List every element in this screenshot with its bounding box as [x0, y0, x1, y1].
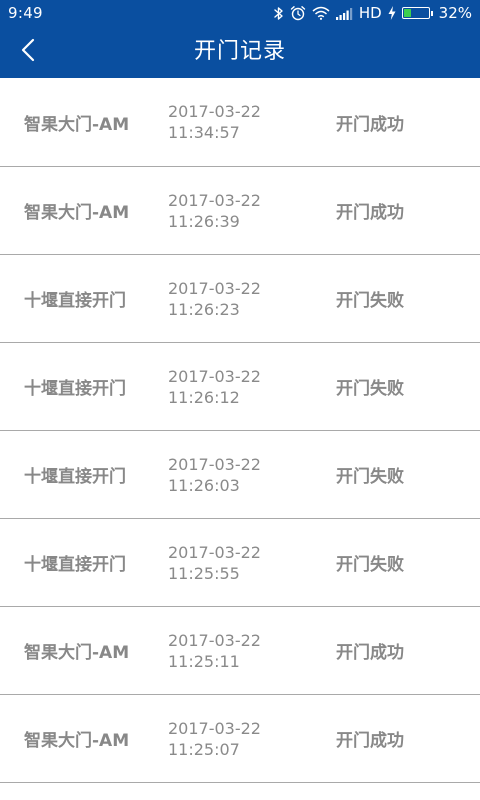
- alarm-icon: [290, 5, 306, 21]
- gate-name: 十堰直接开门: [24, 379, 126, 399]
- list-item[interactable]: 十堰直接开门 2017-03-22 11:26:12 开门失败: [0, 343, 480, 431]
- record-time: 11:25:11: [168, 651, 240, 671]
- record-result: 开门成功: [336, 203, 404, 223]
- record-datetime: 2017-03-22 11:26:12: [168, 343, 261, 430]
- record-date: 2017-03-22: [168, 454, 261, 474]
- record-result: 开门失败: [336, 379, 404, 399]
- record-time: 11:34:57: [168, 123, 240, 142]
- battery-level-fill: [403, 9, 412, 17]
- list-item[interactable]: 智果大门-AM 2017-03-22 11:25:07 开门成功: [0, 695, 480, 783]
- signal-icon: [335, 7, 353, 20]
- record-date: 2017-03-22: [168, 278, 261, 298]
- gate-name: 十堰直接开门: [24, 291, 126, 311]
- list-item[interactable]: 十堰直接开门 2017-03-22 11:26:23 开门失败: [0, 255, 480, 343]
- record-date: 2017-03-22: [168, 630, 261, 650]
- record-time: 11:26:39: [168, 211, 240, 231]
- app-bar: 开门记录: [0, 26, 480, 78]
- record-list[interactable]: 智果大门-AM 2017-03-22 11:34:57 开门成功 智果大门-AM 2017…: [0, 78, 480, 783]
- status-time: 9:49: [8, 4, 43, 22]
- gate-name: 智果大门-AM: [24, 203, 130, 223]
- record-datetime: 2017-03-22 11:25:55: [168, 519, 261, 606]
- list-item[interactable]: 智果大门-AM 2017-03-22 11:34:57 开门成功: [0, 78, 480, 167]
- bluetooth-icon: [274, 6, 284, 21]
- record-date: 2017-03-22: [168, 718, 261, 738]
- gate-name: 十堰直接开门: [24, 467, 126, 487]
- charging-icon: [388, 6, 396, 20]
- record-time: 11:26:12: [168, 387, 240, 407]
- list-item[interactable]: 智果大门-AM 2017-03-22 11:26:39 开门成功: [0, 167, 480, 255]
- record-datetime: 2017-03-22 11:34:57: [168, 78, 261, 166]
- record-datetime: 2017-03-22 11:26:23: [168, 255, 261, 342]
- record-date: 2017-03-22: [168, 102, 261, 121]
- record-datetime: 2017-03-22 11:26:03: [168, 431, 261, 518]
- gate-name: 十堰直接开门: [24, 555, 126, 575]
- record-time: 11:26:23: [168, 299, 240, 319]
- record-time: 11:25:55: [168, 563, 240, 583]
- wifi-icon: [312, 6, 330, 20]
- battery-icon: [401, 7, 433, 19]
- gate-name: 智果大门-AM: [24, 731, 130, 751]
- record-date: 2017-03-22: [168, 190, 261, 210]
- battery-percent: 32%: [438, 4, 472, 22]
- record-time: 11:25:07: [168, 739, 240, 759]
- record-result: 开门成功: [336, 114, 404, 135]
- list-item[interactable]: 十堰直接开门 2017-03-22 11:25:55 开门失败: [0, 519, 480, 607]
- record-datetime: 2017-03-22 11:26:39: [168, 167, 261, 254]
- gate-name: 智果大门-AM: [24, 114, 130, 135]
- record-time: 11:26:03: [168, 475, 240, 495]
- record-result: 开门成功: [336, 731, 404, 751]
- record-result: 开门失败: [336, 291, 404, 311]
- status-bar: 9:49 HD 32%: [0, 0, 480, 26]
- page-title: 开门记录: [193, 39, 286, 64]
- gate-name: 智果大门-AM: [24, 643, 130, 663]
- list-item[interactable]: 智果大门-AM 2017-03-22 11:25:11 开门成功: [0, 607, 480, 695]
- network-type: HD: [358, 4, 382, 22]
- record-result: 开门失败: [336, 555, 404, 575]
- status-icons: HD 32%: [274, 4, 472, 22]
- record-result: 开门成功: [336, 643, 404, 663]
- record-date: 2017-03-22: [168, 542, 261, 562]
- list-item[interactable]: 十堰直接开门 2017-03-22 11:26:03 开门失败: [0, 431, 480, 519]
- record-date: 2017-03-22: [168, 366, 261, 386]
- record-datetime: 2017-03-22 11:25:07: [168, 695, 261, 782]
- record-result: 开门失败: [336, 467, 404, 487]
- record-datetime: 2017-03-22 11:25:11: [168, 607, 261, 694]
